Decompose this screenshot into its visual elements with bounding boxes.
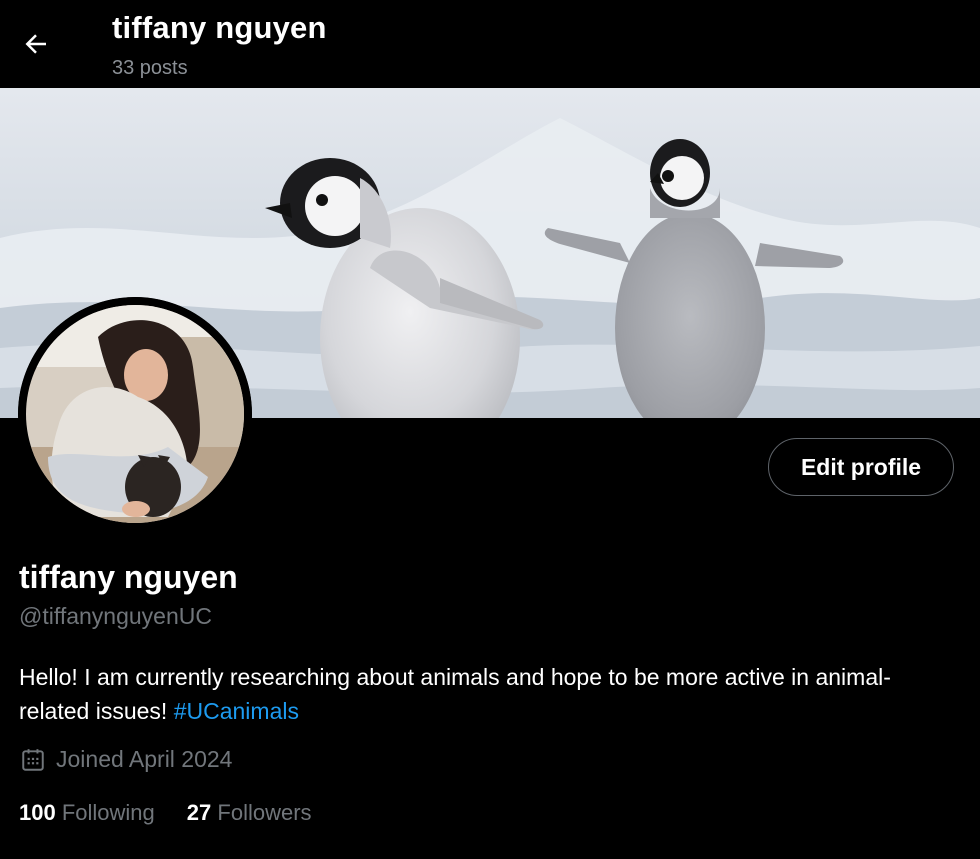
top-bar: tiffany nguyen 33 posts (0, 0, 980, 88)
arrow-left-icon (25, 34, 46, 54)
header-title: tiffany nguyen (112, 10, 327, 45)
followers-link[interactable]: 27 Followers (187, 800, 312, 826)
hashtag-link[interactable]: #UCanimals (174, 698, 299, 724)
joined-text: Joined April 2024 (56, 746, 233, 772)
post-count: 33 posts (112, 57, 188, 79)
followers-count: 27 (186, 800, 212, 825)
follow-stats: 100 Following 27 Followers (19, 800, 312, 826)
display-name: tiffany nguyen (19, 559, 238, 595)
edit-profile-button[interactable]: Edit profile (768, 438, 954, 496)
calendar-icon (22, 748, 44, 771)
profile-page: tiffany nguyen 33 posts Edit profile tif… (0, 0, 980, 859)
username-handle: @tiffanynguyenUC (19, 603, 212, 629)
following-link[interactable]: 100 Following (19, 800, 155, 826)
joined-date: Joined April 2024 (20, 746, 232, 773)
bio: Hello! I am currently researching about … (19, 660, 949, 728)
following-count: 100 (19, 800, 56, 825)
avatar[interactable] (18, 297, 252, 531)
followers-label: Followers (217, 800, 312, 825)
back-button[interactable] (14, 22, 58, 66)
bio-text: Hello! I am currently researching about … (19, 664, 891, 724)
following-label: Following (61, 800, 155, 825)
